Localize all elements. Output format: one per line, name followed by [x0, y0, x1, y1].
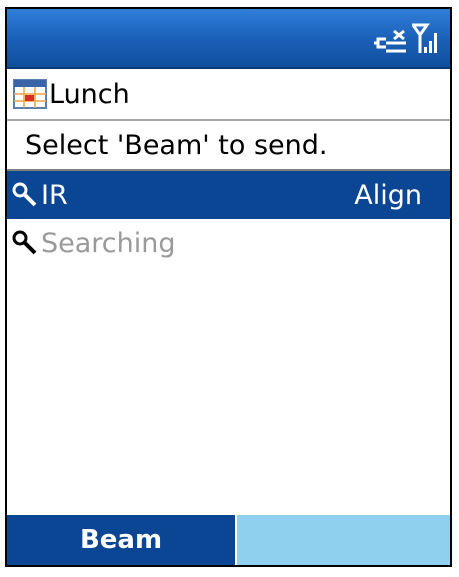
- right-softkey[interactable]: [237, 515, 450, 565]
- no-connection-icon: [374, 29, 406, 53]
- device-item-ir[interactable]: IR Align: [7, 171, 450, 219]
- softkey-bar: Beam: [7, 515, 450, 565]
- calendar-icon: [13, 79, 47, 109]
- title-bar: Lunch: [7, 69, 450, 121]
- search-icon: [12, 182, 37, 207]
- phone-screen: Lunch Select 'Beam' to send. IR Align Se…: [5, 7, 452, 567]
- device-label: IR: [41, 179, 68, 211]
- page-title: Lunch: [49, 78, 130, 110]
- device-label: Searching: [41, 227, 176, 259]
- search-icon: [12, 230, 37, 255]
- status-icons: [372, 23, 440, 55]
- device-item-searching[interactable]: Searching: [7, 219, 450, 267]
- device-list: IR Align Searching: [7, 171, 450, 267]
- status-bar: [7, 9, 450, 69]
- instruction-text: Select 'Beam' to send.: [7, 121, 450, 171]
- beam-softkey[interactable]: Beam: [7, 515, 237, 565]
- device-status: Align: [354, 179, 422, 211]
- signal-strength-icon: [412, 23, 437, 53]
